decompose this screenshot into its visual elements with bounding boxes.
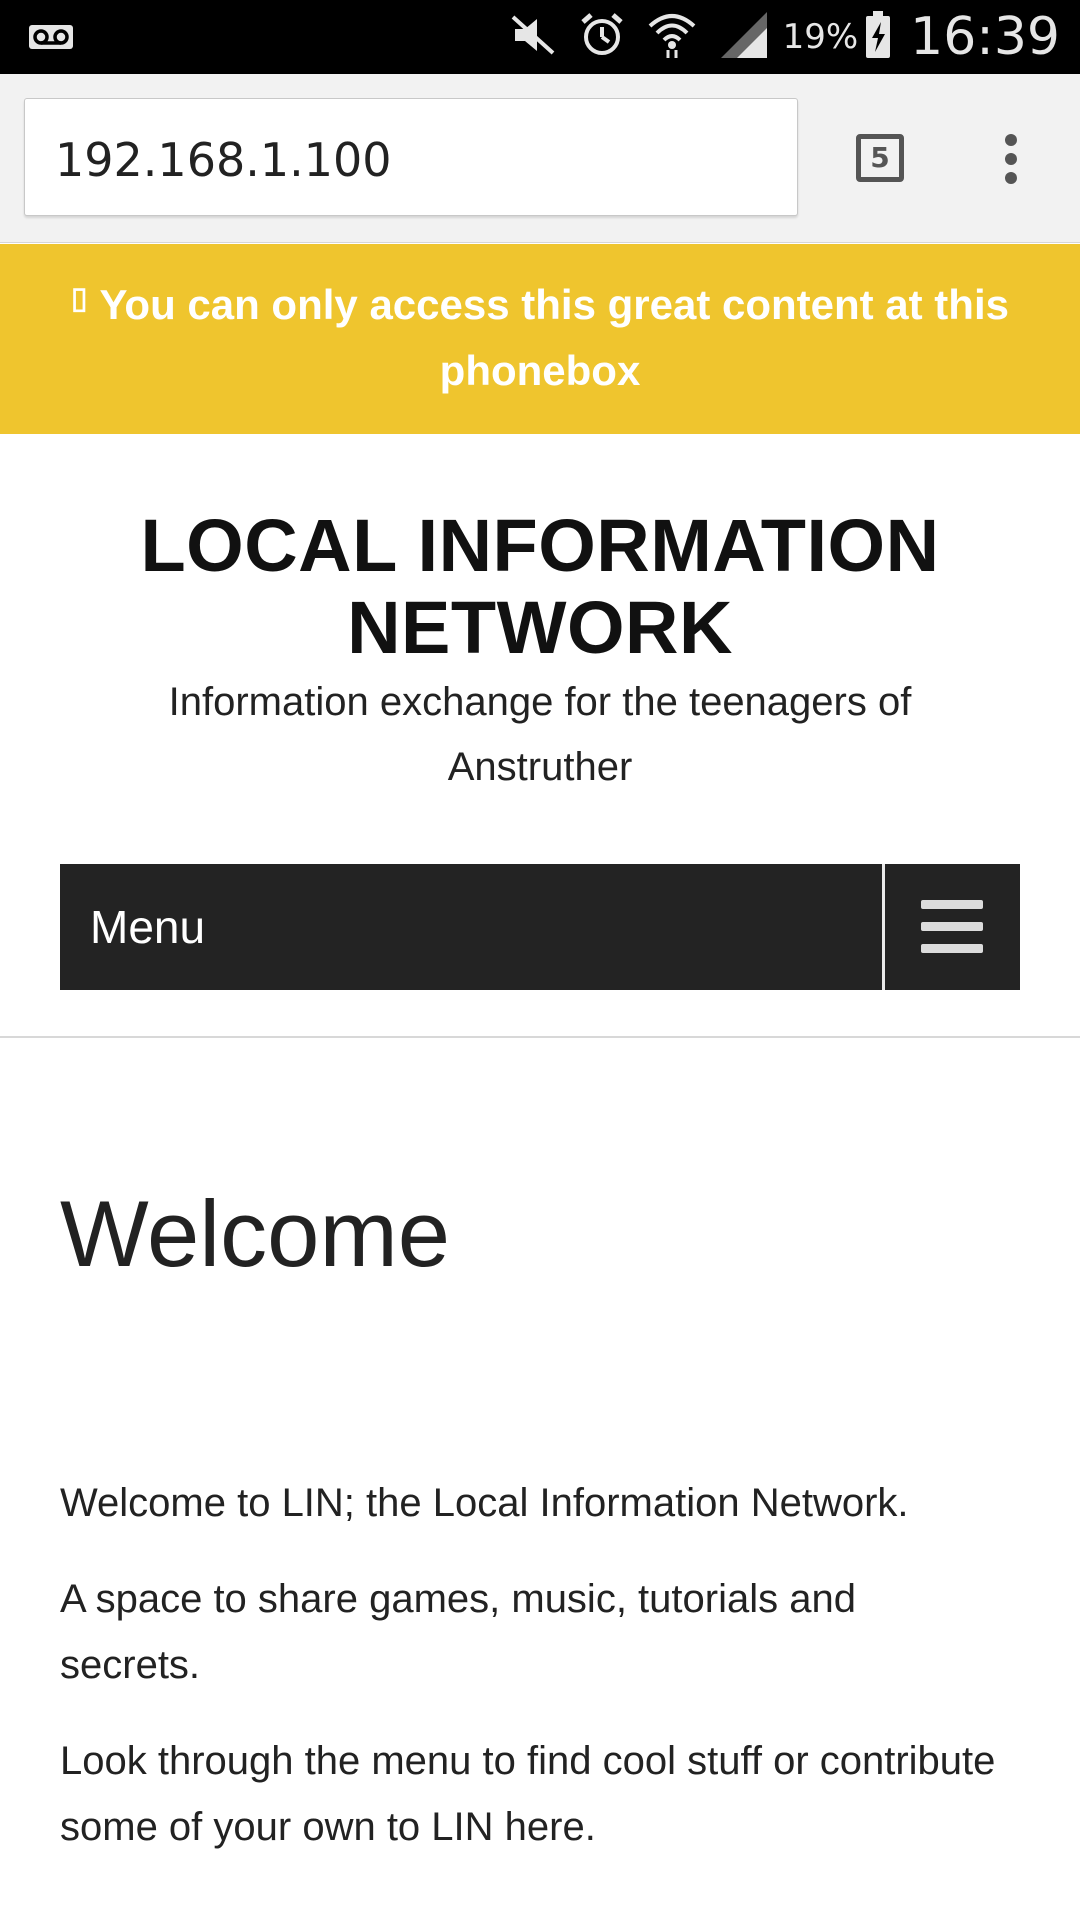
wifi-icon bbox=[647, 10, 697, 65]
content-paragraph: A space to share games, music, tutorials… bbox=[60, 1577, 856, 1687]
notice-banner: ▯ You can only access this great content … bbox=[0, 244, 1080, 434]
content-paragraph: Look through the menu to find cool stuff… bbox=[60, 1739, 996, 1849]
signal-icon bbox=[719, 10, 769, 65]
site-tagline: Information exchange for the teenagers o… bbox=[168, 680, 912, 789]
hamburger-icon[interactable] bbox=[885, 864, 1020, 990]
nav-menu-bar[interactable]: Menu bbox=[60, 864, 1020, 990]
alarm-icon bbox=[579, 12, 625, 63]
overflow-menu-icon[interactable] bbox=[996, 134, 1026, 190]
battery-charging-icon bbox=[864, 10, 892, 65]
voicemail-icon bbox=[28, 24, 74, 55]
header-divider bbox=[0, 1036, 1080, 1038]
url-text: 192.168.1.100 bbox=[55, 133, 392, 187]
notice-glyph-icon: ▯ bbox=[71, 282, 88, 315]
status-bar: 19% 16:39 bbox=[0, 0, 1080, 74]
mute-icon bbox=[509, 13, 557, 62]
tab-switcher-button[interactable]: 5 bbox=[856, 134, 904, 182]
browser-toolbar: 192.168.1.100 5 bbox=[0, 74, 1080, 243]
clock: 16:39 bbox=[910, 7, 1060, 67]
address-bar[interactable]: 192.168.1.100 bbox=[24, 98, 798, 216]
site-title[interactable]: LOCAL INFORMATION NETWORK bbox=[0, 505, 1080, 669]
page-title: Welcome bbox=[60, 1181, 451, 1286]
notice-text: You can only access this great content a… bbox=[99, 281, 1009, 394]
menu-label[interactable]: Menu bbox=[90, 900, 205, 954]
intro-paragraph: Welcome to LIN; the Local Information Ne… bbox=[60, 1481, 909, 1525]
battery-percent: 19% bbox=[782, 17, 859, 57]
